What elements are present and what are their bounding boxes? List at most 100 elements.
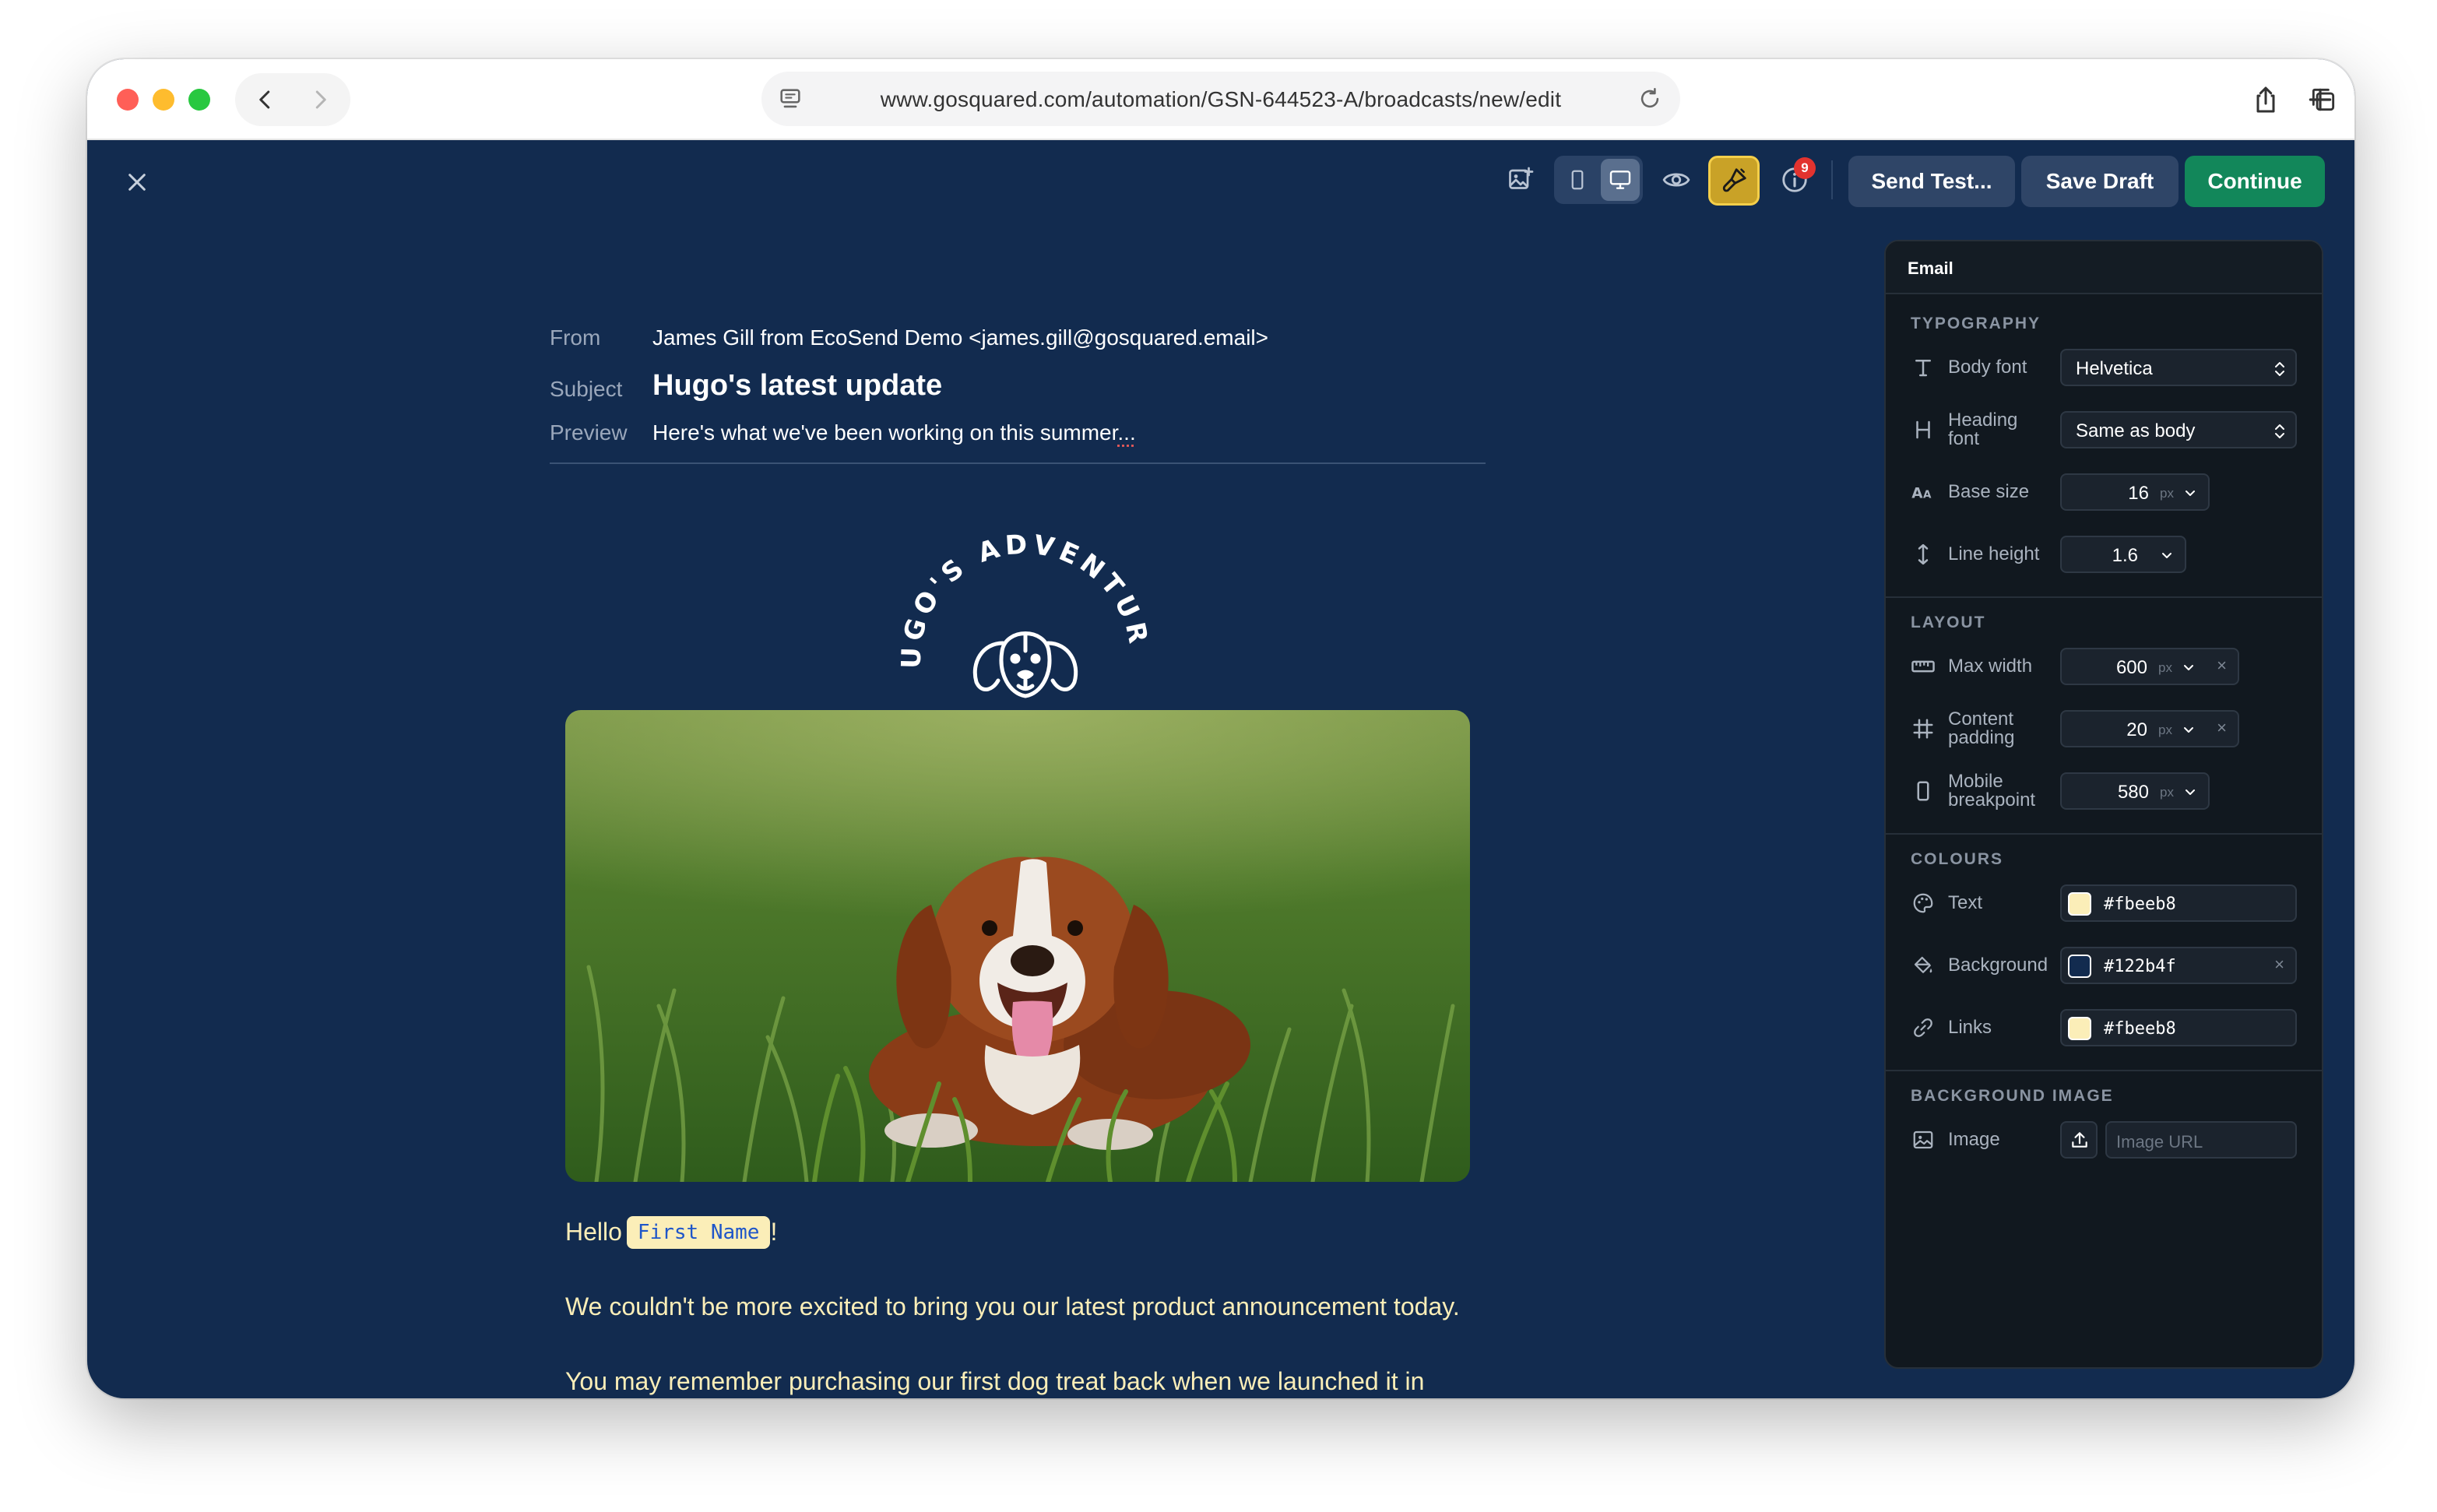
max-width-input[interactable]: 600 px × (2060, 648, 2239, 685)
font-size-icon: AA (1909, 478, 1937, 506)
meta-divider (550, 462, 1486, 464)
continue-button[interactable]: Continue (2185, 156, 2325, 207)
text-colour-label: Text (1948, 892, 1983, 913)
mobile-breakpoint-label-1: Mobile (1948, 771, 2003, 792)
paragraph-2[interactable]: You may remember purchasing our first do… (565, 1367, 1424, 1396)
clear-max-width-icon[interactable]: × (2217, 656, 2227, 676)
from-value[interactable]: James Gill from EcoSend Demo <james.gill… (652, 325, 1268, 350)
mobile-breakpoint-unit: px (2160, 785, 2174, 800)
mobile-breakpoint-input[interactable]: 580 px (2060, 772, 2210, 810)
mobile-view-button[interactable] (1556, 157, 1599, 202)
palette-icon (1909, 889, 1937, 917)
tabs-icon (2312, 88, 2335, 111)
image-library-button[interactable] (1498, 157, 1543, 202)
content-padding-label: Content padding (1948, 710, 2014, 747)
line-height-icon (1909, 540, 1937, 568)
image-icon (1909, 1126, 1937, 1154)
zoom-window-button[interactable] (188, 89, 210, 111)
base-size-value: 16 (2128, 483, 2149, 504)
mobile-breakpoint-label-2: breakpoint (1948, 789, 2036, 811)
line-height-label: Line height (1948, 543, 2040, 564)
send-test-button[interactable]: Send Test... (1848, 156, 2015, 207)
base-size-unit: px (2160, 486, 2174, 501)
preview-button[interactable] (1654, 157, 1699, 202)
content-padding-unit: px (2158, 723, 2172, 737)
upload-image-button[interactable] (2060, 1121, 2098, 1159)
chevron-down-icon (2184, 727, 2193, 733)
line-height-value: 1.6 (2112, 545, 2138, 566)
content-padding-label-2: padding (1948, 727, 2015, 748)
clear-background-colour-icon[interactable]: × (2274, 955, 2284, 975)
ruler-icon (1909, 652, 1937, 680)
chevron-down-icon (2186, 491, 2195, 496)
subject-value[interactable]: Hugo's latest update (652, 369, 942, 403)
address-bar[interactable]: www.gosquared.com/automation/GSN-644523-… (761, 72, 1680, 126)
clear-content-padding-icon[interactable]: × (2217, 718, 2227, 738)
close-editor-button[interactable] (115, 160, 159, 204)
links-colour-swatch[interactable] (2068, 1017, 2091, 1040)
link-icon (1909, 1014, 1937, 1042)
max-width-value: 600 (2115, 657, 2147, 678)
browser-window: www.gosquared.com/automation/GSN-644523-… (87, 59, 2354, 1398)
mobile-breakpoint-value: 580 (2117, 782, 2149, 803)
base-size-label: Base size (1948, 481, 2030, 502)
heading-icon (1909, 416, 1937, 444)
background-colour-swatch[interactable] (2068, 955, 2091, 978)
panel-title: Email (1908, 258, 1953, 278)
text-colour-input[interactable]: #fbeeb8 (2060, 884, 2297, 922)
panel-header: Email (1886, 241, 2322, 294)
hero-image[interactable] (565, 710, 1470, 1182)
close-window-button[interactable] (117, 89, 139, 111)
line-height-input[interactable]: 1.6 (2060, 536, 2186, 573)
background-colour-input[interactable]: #122b4f × (2060, 947, 2297, 984)
greeting-end: ! (770, 1218, 778, 1246)
preview-ellipsis: ... (1117, 420, 1136, 445)
section-divider (1886, 596, 2322, 598)
tab-overview-button[interactable] (2305, 81, 2342, 118)
greeting-line: Hello First Name! (565, 1216, 777, 1249)
greeting-text: Hello (565, 1218, 622, 1246)
share-icon (2256, 86, 2275, 113)
image-label: Image (1948, 1129, 2000, 1150)
image-url-input[interactable]: Image URL (2105, 1121, 2297, 1159)
select-arrows-icon (2275, 424, 2284, 438)
background-image-section-title: BACKGROUND IMAGE (1911, 1087, 2114, 1105)
back-button[interactable] (237, 73, 294, 126)
links-colour-input[interactable]: #fbeeb8 (2060, 1009, 2297, 1046)
preview-value[interactable]: Here's what we've been working on this s… (652, 420, 1136, 445)
preview-text: Here's what we've been working on this s… (652, 420, 1118, 445)
section-divider (1886, 1070, 2322, 1071)
style-panel-button[interactable] (1708, 156, 1760, 206)
heading-font-value: Same as body (2076, 420, 2196, 441)
url-text: www.gosquared.com/automation/GSN-644523-… (880, 87, 1562, 111)
content-padding-label-1: Content (1948, 709, 2014, 730)
base-size-input[interactable]: 16 px (2060, 473, 2210, 511)
desktop-view-button[interactable] (1601, 159, 1640, 201)
body-font-select[interactable]: Helvetica (2060, 349, 2297, 386)
forward-button[interactable] (291, 73, 349, 126)
paragraph-1[interactable]: We couldn't be more excited to bring you… (565, 1292, 1460, 1321)
from-label: From (550, 325, 601, 350)
svg-text:A: A (1923, 488, 1932, 501)
max-width-label: Max width (1948, 656, 2033, 677)
desktop-icon (1609, 171, 1631, 189)
text-colour-value: #fbeeb8 (2104, 895, 2176, 914)
chevron-down-icon (2162, 553, 2171, 558)
image-url-placeholder: Image URL (2116, 1132, 2203, 1152)
content-padding-input[interactable]: 20 px × (2060, 710, 2239, 747)
share-button[interactable] (2247, 81, 2284, 118)
mobile-icon (1909, 777, 1937, 805)
padding-icon (1909, 715, 1937, 743)
hugos-adventures-logo[interactable]: HUGO'S ADVENTURES (889, 526, 1162, 721)
mobile-icon (1571, 170, 1584, 190)
body-font-label: Body font (1948, 357, 2027, 378)
first-name-merge-tag[interactable]: First Name (626, 1216, 771, 1249)
heading-font-label: Heading font (1948, 411, 2017, 448)
minimize-window-button[interactable] (153, 89, 174, 111)
content-padding-value: 20 (2126, 719, 2147, 740)
select-arrows-icon (2275, 362, 2284, 376)
heading-font-select[interactable]: Same as body (2060, 411, 2297, 448)
save-draft-button[interactable]: Save Draft (2021, 156, 2179, 207)
reload-icon[interactable] (1637, 86, 1663, 116)
text-colour-swatch[interactable] (2068, 892, 2091, 916)
